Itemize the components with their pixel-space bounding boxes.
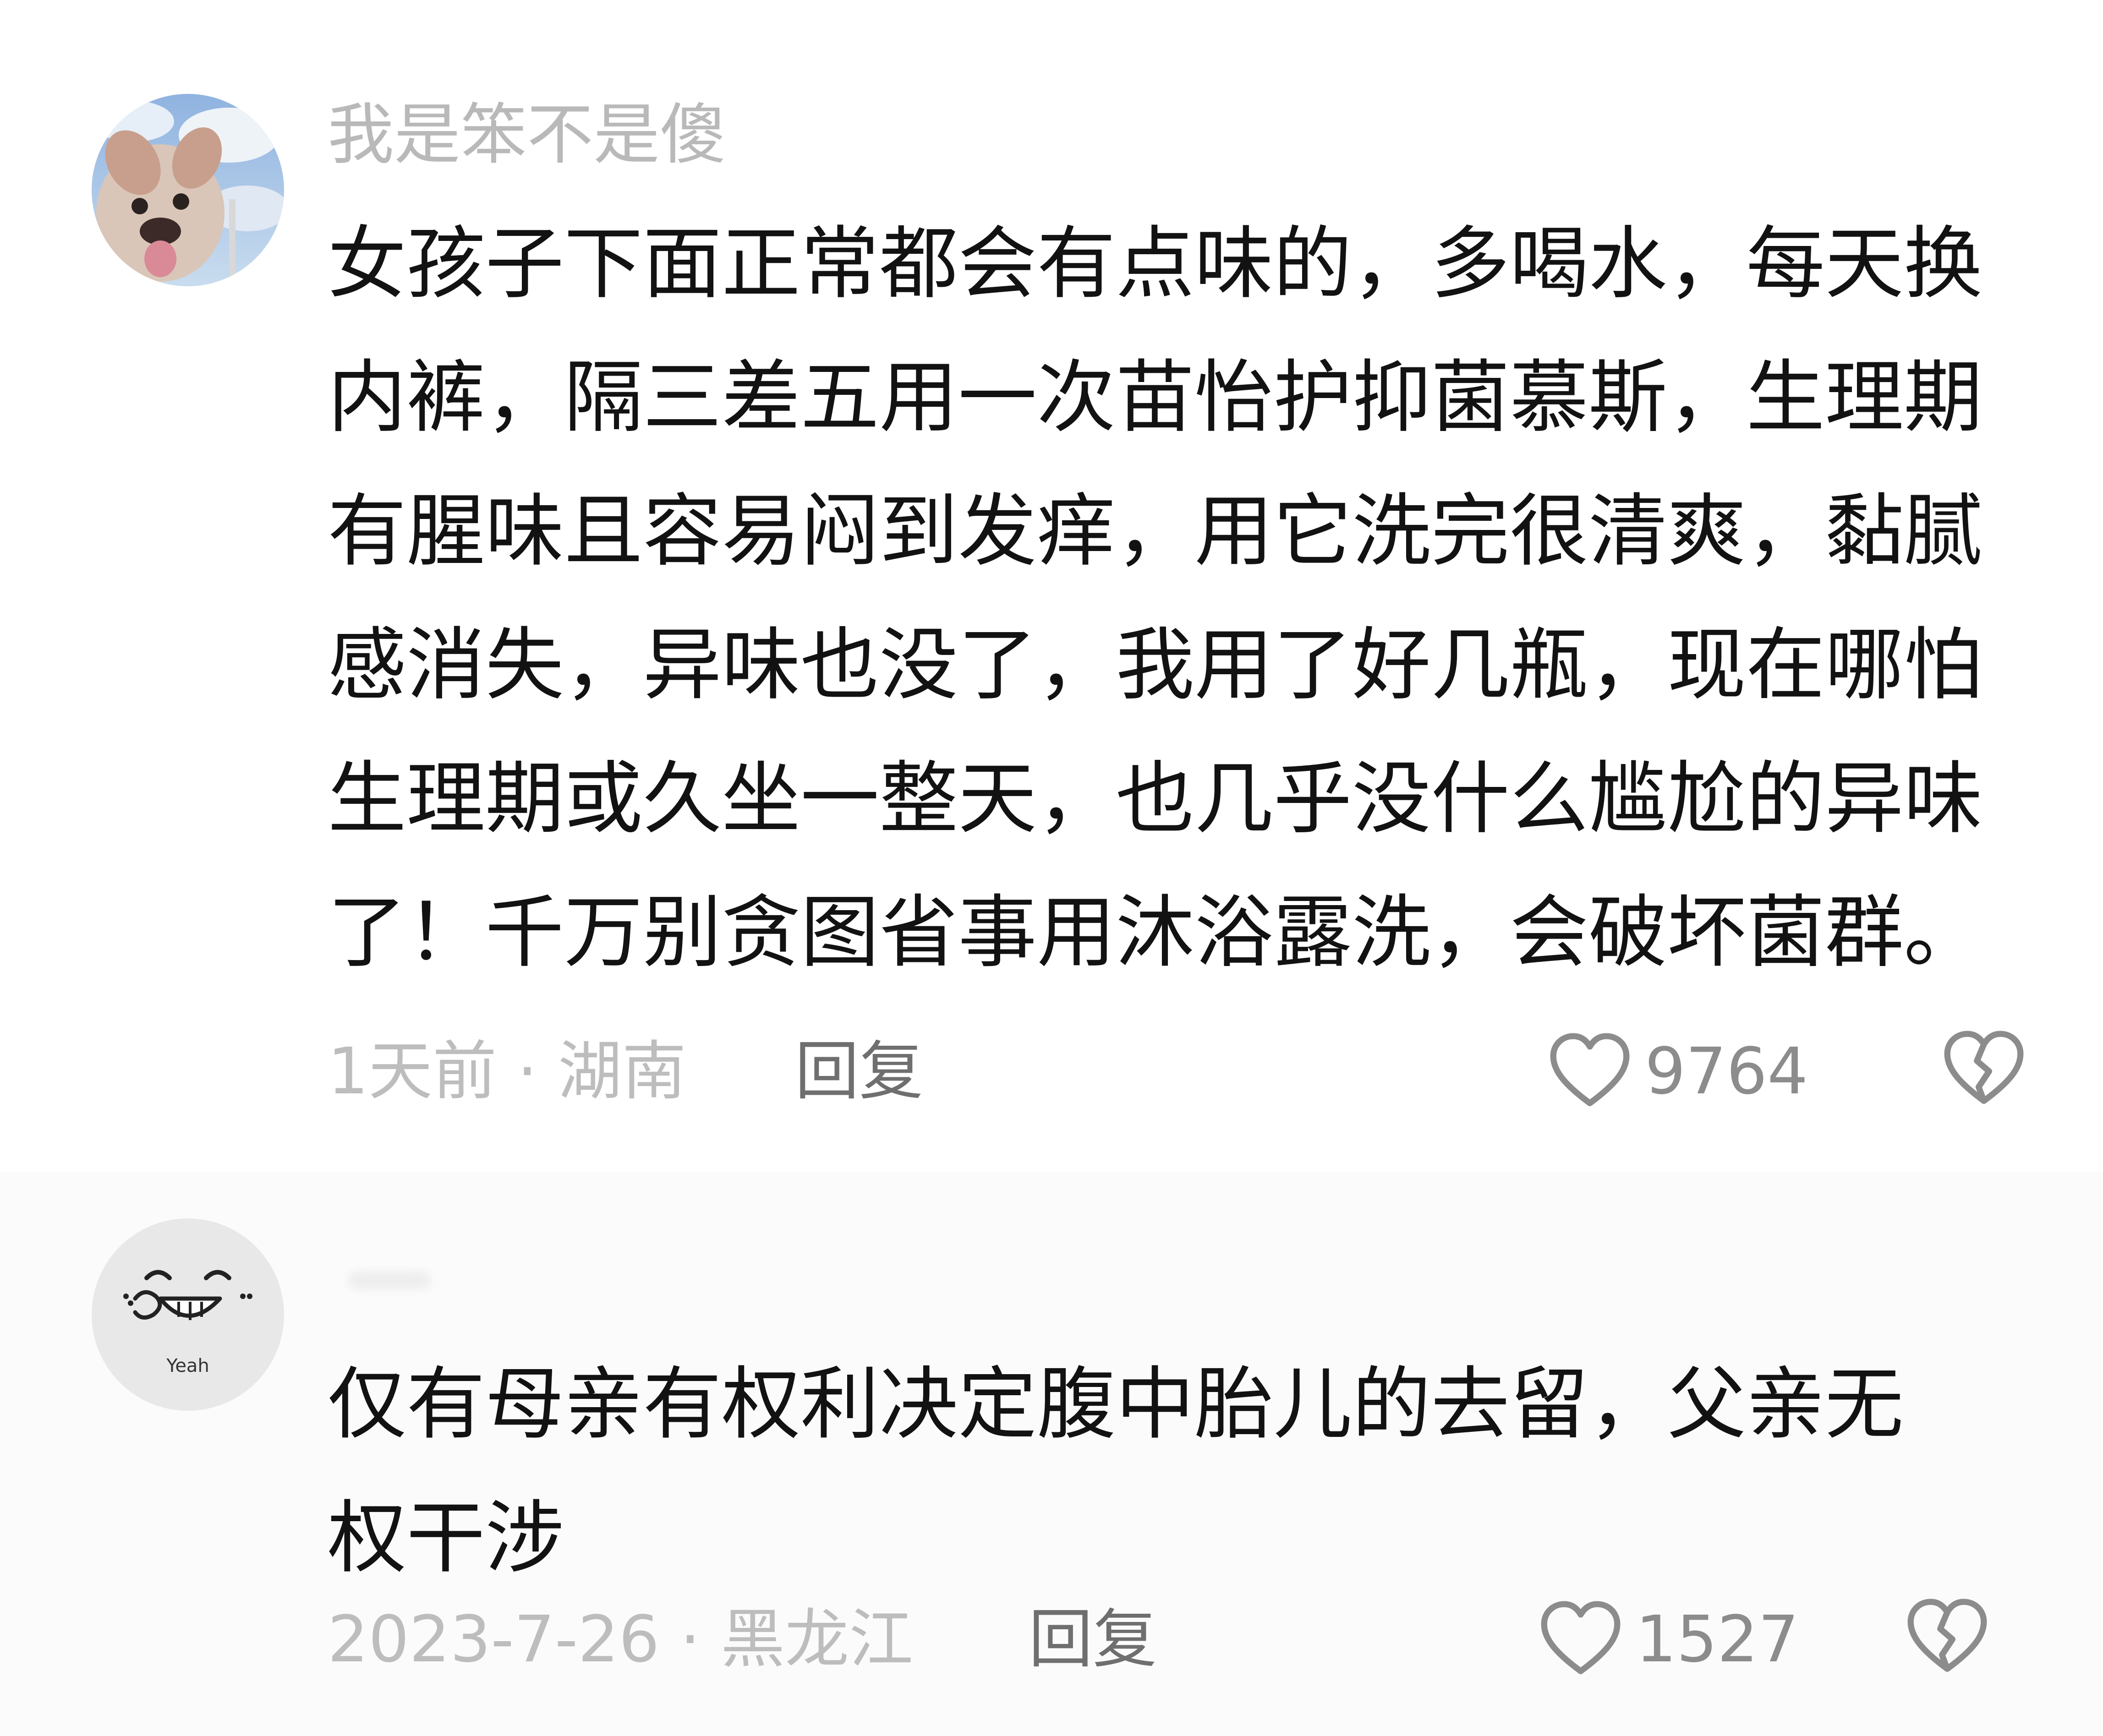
user-avatar[interactable]: Yeah [92,1218,284,1411]
reply-button[interactable]: 回复 [795,1035,923,1108]
comment-text: 女孩子下面正常都会有点味的，多喝水，每天换内裤，隔三差五用一次苗怡护抑菌慕斯，生… [328,218,1983,978]
comment-footer: 2023-7-26 · 黑龙江 回复 1527 [328,1594,2050,1686]
like-button[interactable]: 9764 [1546,1026,1808,1118]
like-count: 1527 [1636,1602,1799,1677]
dislike-button[interactable] [1904,1594,1995,1686]
comment-text: 仅有母亲有权利决定腹中胎儿的去留，父亲无权干涉 [328,1358,1904,1584]
broken-heart-icon [1907,1599,1987,1672]
heart-icon [1541,1601,1621,1675]
comment-time-location: 1天前 · 湖南 [328,1034,686,1109]
reply-button[interactable]: 回复 [1029,1603,1157,1676]
svg-text:Yeah: Yeah [166,1355,209,1376]
dog-avatar-icon [92,94,284,286]
user-avatar[interactable] [92,94,284,286]
heart-icon [1550,1033,1630,1107]
username-hidden [348,1271,431,1289]
dislike-button[interactable] [1940,1026,2032,1118]
comment-item: 我是笨不是傻 女孩子下面正常都会有点味的，多喝水，每天换内裤，隔三差五用一次苗怡… [0,0,2103,1173]
comment-footer: 1天前 · 湖南 回复 9764 [328,1026,2050,1118]
comment-time-location: 2023-7-26 · 黑龙江 [328,1602,914,1677]
like-button[interactable]: 1527 [1537,1594,1799,1686]
smiley-yeah-avatar-icon: Yeah [92,1218,284,1411]
broken-heart-icon [1944,1031,2024,1104]
comment-item: Yeah 仅有母亲有权利决定腹中胎儿的去留，父亲无权干涉 2023-7-26 ·… [0,1173,2103,1736]
username[interactable]: 我是笨不是傻 [328,94,726,176]
like-count: 9764 [1645,1034,1808,1109]
